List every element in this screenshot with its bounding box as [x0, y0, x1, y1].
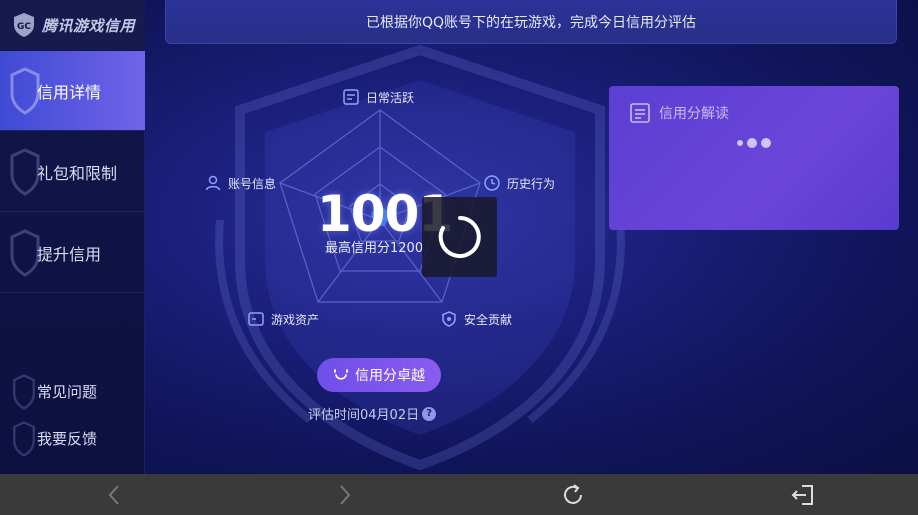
- loading-dots: [737, 138, 775, 148]
- shield-icon: [10, 148, 40, 196]
- exit-icon[interactable]: [790, 482, 816, 508]
- card-header: 信用分解读: [629, 102, 729, 124]
- credit-radar-chart: [279, 109, 481, 303]
- sidebar-item-label: 信用详情: [37, 82, 102, 102]
- loading-dot: [747, 138, 757, 148]
- sidebar-item-feedback[interactable]: 我要反馈: [0, 415, 145, 461]
- shield-icon: [10, 67, 40, 115]
- sidebar-item-credit-details[interactable]: 信用详情: [0, 51, 145, 131]
- sidebar-item-label: 常见问题: [37, 382, 98, 401]
- radar-label-daily-activity: 日常活跃: [342, 88, 414, 106]
- radar-label-text: 账号信息: [228, 176, 277, 191]
- user-icon: [205, 175, 221, 191]
- sidebar-item-label: 提升信用: [37, 244, 102, 264]
- sidebar-item-improve-credit[interactable]: 提升信用: [0, 213, 145, 293]
- sidebar: GC 腾讯游戏信用 信用详情 礼包和限制 提升信用 常见问题 我要反馈: [0, 0, 145, 474]
- browser-bottom-bar: [0, 474, 918, 515]
- brand-text: 腾讯游戏信用: [42, 16, 136, 35]
- shield-icon: [13, 421, 35, 457]
- credit-interpretation-card[interactable]: 信用分解读: [609, 86, 899, 230]
- document-icon: [630, 103, 650, 123]
- credit-level-button[interactable]: 信用分卓越: [317, 358, 441, 392]
- tencent-game-credit-logo-icon: GC: [14, 13, 34, 37]
- radar-label-history: 历史行为: [483, 174, 555, 192]
- wallet-icon: [248, 312, 264, 326]
- shield-icon: [10, 229, 40, 277]
- sidebar-item-faq[interactable]: 常见问题: [0, 368, 145, 414]
- loading-overlay: [422, 197, 497, 277]
- svg-text:GC: GC: [17, 22, 31, 32]
- shield-icon: [442, 311, 456, 327]
- evaluation-time-text: 评估时间04月02日: [308, 408, 420, 423]
- sidebar-item-gifts-limits[interactable]: 礼包和限制: [0, 132, 145, 212]
- radar-label-text: 安全贡献: [464, 312, 513, 327]
- loading-dot: [737, 140, 743, 146]
- evaluation-time: 评估时间04月02日 ?: [308, 404, 437, 423]
- radar-label-assets: 游戏资产: [247, 310, 319, 328]
- card-title: 信用分解读: [659, 106, 729, 122]
- shield-icon: [13, 374, 35, 410]
- refresh-icon[interactable]: [560, 482, 586, 508]
- forward-icon[interactable]: [331, 482, 357, 508]
- back-icon[interactable]: [102, 482, 128, 508]
- radar-label-account: 账号信息: [204, 174, 276, 192]
- document-icon: [343, 89, 359, 105]
- help-icon[interactable]: ?: [422, 406, 437, 421]
- loading-dot: [761, 138, 771, 148]
- sidebar-item-label: 我要反馈: [37, 429, 98, 448]
- loading-spinner-icon: [438, 216, 481, 258]
- main-panel: 已根据你QQ账号下的在玩游戏，完成今日信用分评估 日常活跃 历史行为 安全贡献 …: [145, 0, 918, 474]
- smile-icon: [334, 369, 348, 380]
- radar-label-security: 安全贡献: [440, 310, 512, 328]
- clock-icon: [484, 175, 500, 191]
- credit-level-label: 信用分卓越: [355, 368, 425, 384]
- radar-label-text: 游戏资产: [271, 312, 320, 327]
- radar-label-text: 历史行为: [507, 176, 556, 191]
- max-score-label: 最高信用分1200: [325, 241, 424, 256]
- sidebar-item-label: 礼包和限制: [37, 163, 118, 183]
- brand: GC 腾讯游戏信用: [0, 0, 145, 50]
- radar-label-text: 日常活跃: [366, 90, 415, 105]
